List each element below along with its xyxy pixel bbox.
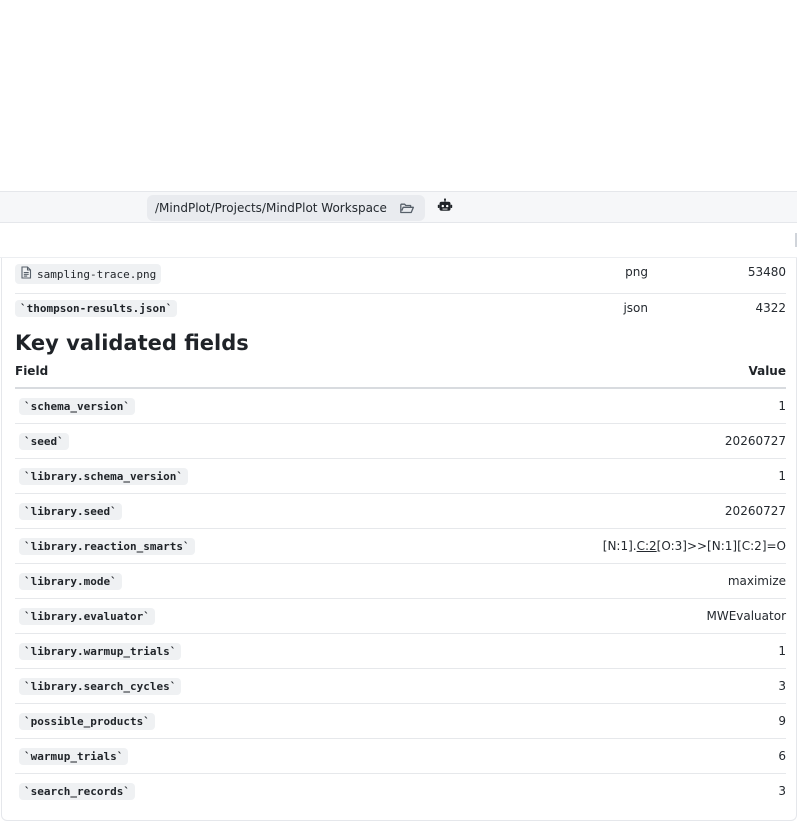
validated-fields-table: Field Value `schema_version` 1 `seed` 20… [15, 359, 786, 809]
table-row: `library.evaluator` MWEvaluator [15, 599, 786, 634]
field-value: 9 [778, 714, 786, 728]
field-name: `warmup_trials` [19, 748, 129, 765]
file-type: png [625, 265, 648, 279]
workspace-toolbar: /MindPlot/Projects/MindPlot Workspace [0, 191, 797, 223]
field-value: 20260727 [724, 504, 786, 518]
table-row: `library.reaction_smarts` [N:1].C:2[O:3]… [15, 529, 786, 564]
field-value: 3 [778, 784, 786, 798]
field-name: `library.search_cycles` [19, 678, 182, 695]
file-size: 4322 [755, 301, 786, 315]
field-value: 1 [778, 399, 786, 413]
field-name: `possible_products` [19, 713, 155, 730]
field-value-smarts: [N:1].C:2[O:3]>>[N:1][C:2]=O [603, 539, 786, 553]
file-type: json [623, 301, 648, 315]
field-name: `library.mode` [19, 573, 122, 590]
table-row: `schema_version` 1 [15, 389, 786, 424]
file-icon [20, 266, 32, 282]
workspace-path: /MindPlot/Projects/MindPlot Workspace [155, 201, 387, 215]
robot-icon [437, 198, 453, 218]
table-row: `library.schema_version` 1 [15, 459, 786, 494]
file-table: sampling-trace.png png 53480 `thompson-r… [15, 258, 786, 330]
table-row: `library.warmup_trials` 1 [15, 634, 786, 669]
section-title: Key validated fields [15, 331, 249, 355]
smarts-prefix: [N:1]. [602, 539, 637, 553]
file-name: `thompson-results.json` [15, 300, 178, 317]
table-row: `search_records` 3 [15, 774, 786, 809]
field-name: `library.warmup_trials` [19, 643, 182, 660]
field-value: 1 [778, 644, 786, 658]
field-name: `schema_version` [19, 398, 135, 415]
assistant-button[interactable] [433, 195, 457, 221]
table-row: `possible_products` 9 [15, 704, 786, 739]
workspace-path-pill[interactable]: /MindPlot/Projects/MindPlot Workspace [147, 195, 425, 221]
file-name: sampling-trace.png [37, 267, 157, 281]
field-name: `seed` [19, 433, 69, 450]
field-name: `library.seed` [19, 503, 122, 520]
table-header: Field Value [15, 359, 786, 389]
field-value: 1 [778, 469, 786, 483]
field-name: `library.schema_version` [19, 468, 188, 485]
table-row: sampling-trace.png png 53480 [15, 258, 786, 294]
column-header-value: Value [748, 364, 786, 378]
file-size: 53480 [747, 265, 786, 279]
table-row: `library.mode` maximize [15, 564, 786, 599]
table-row: `warmup_trials` 6 [15, 739, 786, 774]
field-value: 3 [778, 679, 786, 693]
blank-canvas-area [0, 0, 797, 191]
field-value: maximize [727, 574, 786, 588]
content-header-bar [0, 223, 797, 258]
table-row: `seed` 20260727 [15, 424, 786, 459]
table-row: `library.search_cycles` 3 [15, 669, 786, 704]
table-row: `library.seed` 20260727 [15, 494, 786, 529]
field-value: 6 [778, 749, 786, 763]
folder-open-icon[interactable] [399, 200, 415, 216]
table-row: `thompson-results.json` json 4322 [15, 294, 786, 330]
smarts-suffix: [O:3]>>[N:1][C:2]=O [656, 539, 786, 553]
markdown-preview-panel: sampling-trace.png png 53480 `thompson-r… [1, 258, 797, 821]
column-header-field: Field [15, 364, 49, 378]
field-name: `library.evaluator` [19, 608, 155, 625]
field-value: MWEvaluator [706, 609, 786, 623]
smarts-link[interactable]: C:2 [637, 539, 657, 553]
field-name: `search_records` [19, 783, 135, 800]
field-name: `library.reaction_smarts` [19, 538, 195, 555]
file-link[interactable]: sampling-trace.png [15, 264, 162, 284]
field-value: 20260727 [724, 434, 786, 448]
